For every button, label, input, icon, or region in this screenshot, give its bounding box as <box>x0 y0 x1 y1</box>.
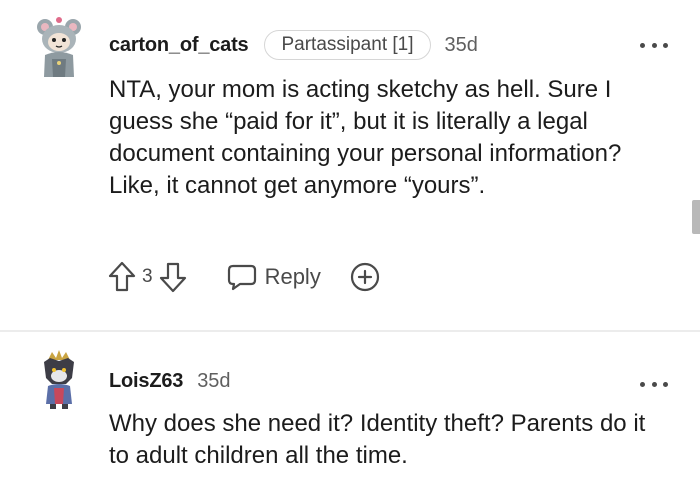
comment-meta: carton_of_cats Partassipant [1] 35d <box>109 27 478 63</box>
vote-count: 3 <box>142 266 153 287</box>
more-options-icon[interactable] <box>640 374 668 394</box>
comment-thread: carton_of_cats Partassipant [1] 35d NTA,… <box>0 0 700 487</box>
user-avatar[interactable] <box>36 15 82 77</box>
downvote-icon[interactable] <box>159 261 187 293</box>
comment-actions: 3 Reply <box>108 259 381 295</box>
reply-label: Reply <box>264 264 321 289</box>
comment-body: NTA, your mom is acting sketchy as hell.… <box>109 76 622 199</box>
dot <box>640 42 645 48</box>
dot <box>663 381 668 387</box>
more-options-icon[interactable] <box>640 35 668 55</box>
reply-button[interactable]: Reply <box>227 263 321 291</box>
upvote-icon[interactable] <box>108 261 136 293</box>
timestamp: 35d <box>197 369 231 392</box>
user-flair-badge: Partassipant [1] <box>264 30 431 60</box>
timestamp: 35d <box>444 33 478 56</box>
speech-bubble-icon <box>227 263 257 291</box>
comment: carton_of_cats Partassipant [1] 35d NTA,… <box>0 0 700 330</box>
scrollbar-thumb[interactable] <box>692 200 700 234</box>
comment-body: Why does she need it? Identity theft? Pa… <box>109 410 646 469</box>
username-link[interactable]: LoisZ63 <box>109 370 183 393</box>
user-avatar[interactable] <box>36 348 82 410</box>
dot <box>663 42 668 48</box>
comment: LoisZ63 35d Why does she need it? Identi… <box>0 332 700 487</box>
comment-meta: LoisZ63 35d <box>109 363 231 399</box>
username-link[interactable]: carton_of_cats <box>109 34 249 57</box>
dot <box>640 381 645 387</box>
give-award-icon[interactable] <box>349 261 381 293</box>
dot <box>651 42 657 48</box>
dot <box>651 381 657 387</box>
wolf-crown-avatar-icon <box>44 350 74 409</box>
cat-costume-avatar-icon <box>37 17 81 77</box>
